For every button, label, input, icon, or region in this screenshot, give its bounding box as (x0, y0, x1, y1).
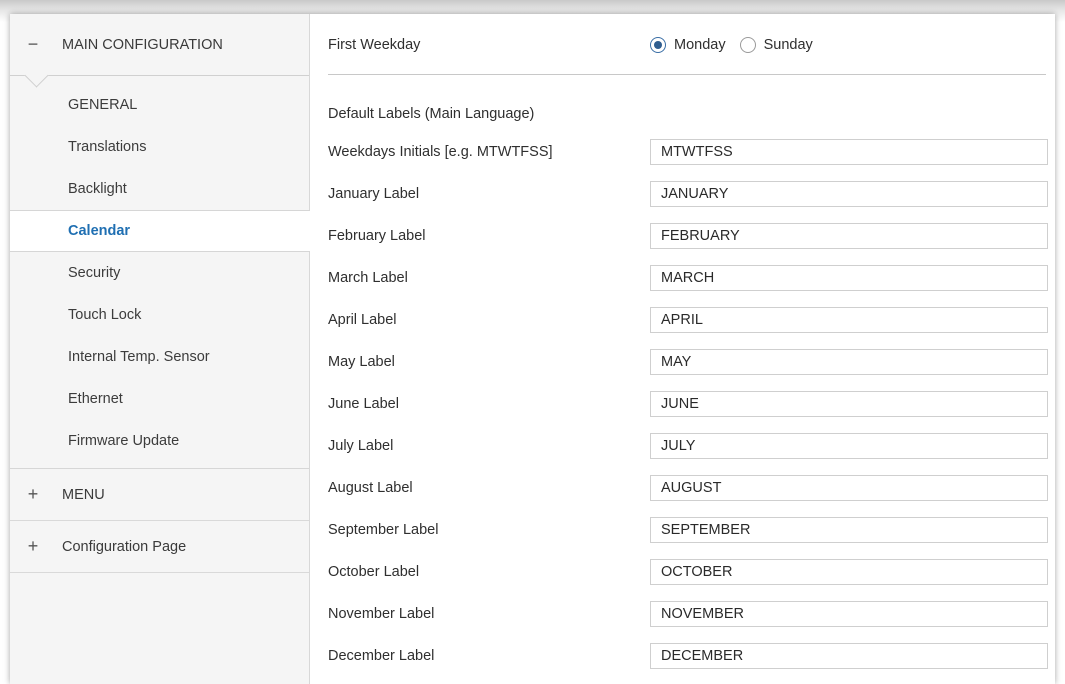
field-label: June Label (328, 396, 399, 412)
radio-empty-icon[interactable] (739, 37, 756, 53)
first-weekday-label: First Weekday (328, 37, 421, 53)
group-label: MENU (62, 486, 105, 503)
field-row-october: October Label (328, 557, 1048, 587)
field-label: December Label (328, 648, 435, 664)
screen-frame: − MAIN CONFIGURATION GENERAL Translation… (0, 0, 1065, 684)
october-label-input[interactable] (650, 559, 1048, 585)
sidebar: − MAIN CONFIGURATION GENERAL Translation… (10, 14, 310, 684)
expand-icon[interactable]: + (26, 536, 40, 557)
sidebar-item-label: Touch Lock (68, 307, 142, 323)
radio-label: Sunday (763, 37, 813, 53)
main-configuration-items: GENERAL Translations Backlight Calendar … (10, 76, 310, 469)
sidebar-item-internal-temp-sensor[interactable]: Internal Temp. Sensor (10, 336, 309, 378)
group-menu[interactable]: + MENU (10, 469, 309, 521)
sidebar-item-touch-lock[interactable]: Touch Lock (10, 294, 309, 336)
section-title: Default Labels (Main Language) (328, 106, 535, 122)
divider (328, 74, 1046, 75)
group-label: Configuration Page (62, 538, 187, 555)
group-label: MAIN CONFIGURATION (62, 36, 223, 53)
field-label: July Label (328, 438, 394, 454)
august-label-input[interactable] (650, 475, 1048, 501)
group-main-configuration[interactable]: − MAIN CONFIGURATION (10, 14, 309, 88)
field-label: Weekdays Initials [e.g. MTWTFSS] (328, 144, 553, 160)
expand-icon[interactable]: + (26, 484, 40, 505)
december-label-input[interactable] (650, 643, 1048, 669)
field-label: August Label (328, 480, 413, 496)
field-label: March Label (328, 270, 408, 286)
september-label-input[interactable] (650, 517, 1048, 543)
radio-monday[interactable]: Monday (650, 37, 726, 53)
july-label-input[interactable] (650, 433, 1048, 459)
field-row-may: May Label (328, 347, 1048, 377)
radio-selected-icon[interactable] (650, 37, 666, 53)
sidebar-item-label: Firmware Update (68, 433, 180, 449)
field-row-november: November Label (328, 599, 1048, 629)
field-row-march: March Label (328, 263, 1048, 293)
weekdays-initials-input[interactable] (650, 139, 1048, 165)
sidebar-item-calendar[interactable]: Calendar (10, 210, 310, 252)
field-row-weekdays-initials: Weekdays Initials [e.g. MTWTFSS] (328, 137, 1048, 167)
field-row-december: December Label (328, 641, 1048, 671)
field-row-june: June Label (328, 389, 1048, 419)
field-row-january: January Label (328, 179, 1048, 209)
radio-label: Monday (674, 37, 726, 53)
first-weekday-row: First Weekday Monday Sunday (328, 30, 1048, 60)
settings-window: − MAIN CONFIGURATION GENERAL Translation… (10, 14, 1055, 684)
april-label-input[interactable] (650, 307, 1048, 333)
radio-sunday[interactable]: Sunday (739, 37, 813, 53)
sidebar-item-label: Ethernet (68, 391, 123, 407)
first-weekday-radio-group: Monday Sunday (650, 37, 827, 53)
field-row-august: August Label (328, 473, 1048, 503)
field-label: February Label (328, 228, 426, 244)
field-label: January Label (328, 186, 420, 202)
field-row-july: July Label (328, 431, 1048, 461)
sidebar-item-security[interactable]: Security (10, 252, 309, 294)
calendar-settings-panel: First Weekday Monday Sunday Default Labe… (310, 14, 1055, 684)
sidebar-item-translations[interactable]: Translations (10, 126, 309, 168)
field-label: September Label (328, 522, 439, 538)
field-label: November Label (328, 606, 435, 622)
field-row-february: February Label (328, 221, 1048, 251)
sidebar-item-firmware-update[interactable]: Firmware Update (10, 420, 309, 462)
sidebar-item-label: GENERAL (68, 97, 138, 113)
sidebar-item-ethernet[interactable]: Ethernet (10, 378, 309, 420)
may-label-input[interactable] (650, 349, 1048, 375)
january-label-input[interactable] (650, 181, 1048, 207)
march-label-input[interactable] (650, 265, 1048, 291)
sidebar-item-backlight[interactable]: Backlight (10, 168, 309, 210)
group-configuration-page[interactable]: + Configuration Page (10, 521, 309, 573)
sidebar-item-general[interactable]: GENERAL (10, 84, 309, 126)
november-label-input[interactable] (650, 601, 1048, 627)
field-row-april: April Label (328, 305, 1048, 335)
february-label-input[interactable] (650, 223, 1048, 249)
sidebar-item-label: Internal Temp. Sensor (68, 349, 210, 365)
sidebar-item-label: Translations (68, 139, 147, 155)
sidebar-item-label: Calendar (68, 223, 131, 239)
sidebar-item-label: Backlight (68, 181, 127, 197)
field-row-september: September Label (328, 515, 1048, 545)
collapse-icon[interactable]: − (26, 34, 40, 55)
june-label-input[interactable] (650, 391, 1048, 417)
field-label: May Label (328, 354, 395, 370)
sidebar-item-label: Security (68, 265, 121, 281)
field-label: April Label (328, 312, 397, 328)
field-label: October Label (328, 564, 420, 580)
